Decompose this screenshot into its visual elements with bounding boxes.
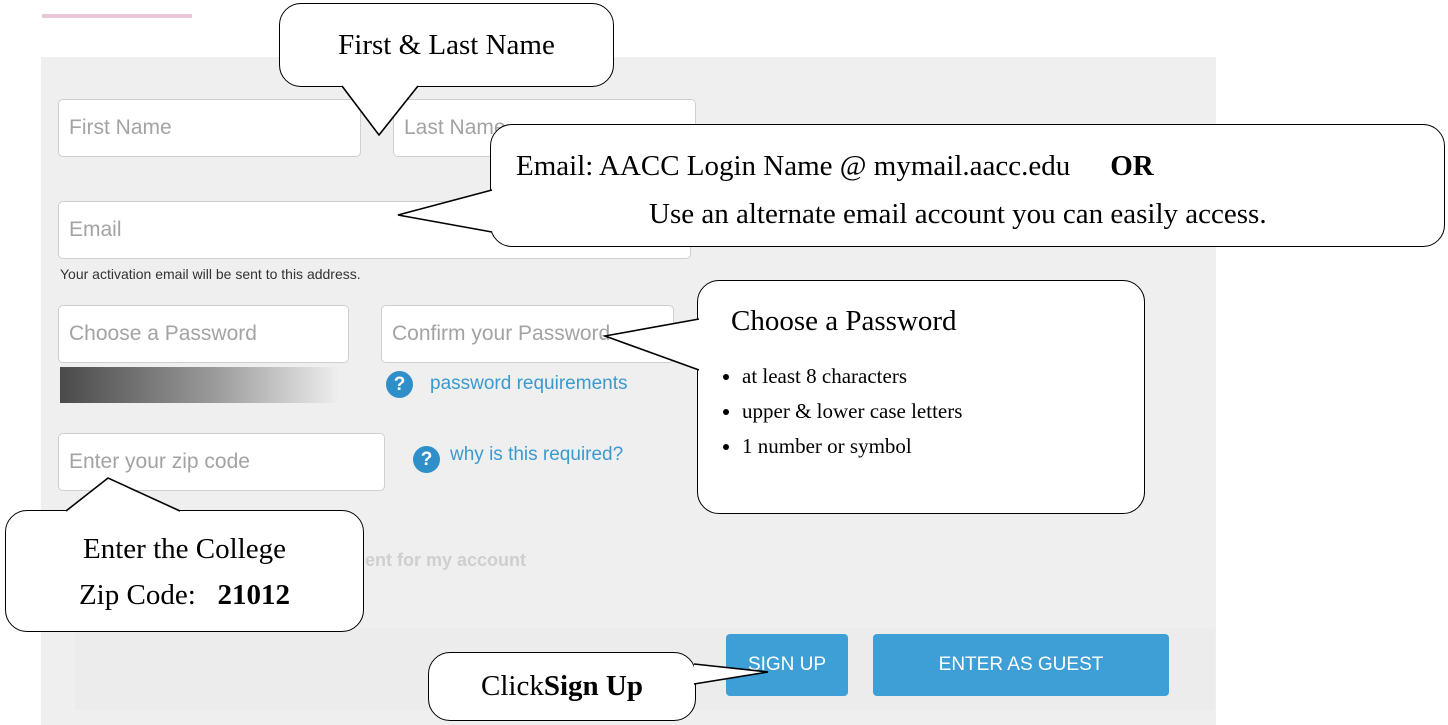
password-callout-tail	[605, 319, 699, 370]
callout-pointers	[65, 85, 769, 685]
zip-callout-tail	[66, 478, 180, 511]
name-callout-tail	[342, 86, 418, 135]
